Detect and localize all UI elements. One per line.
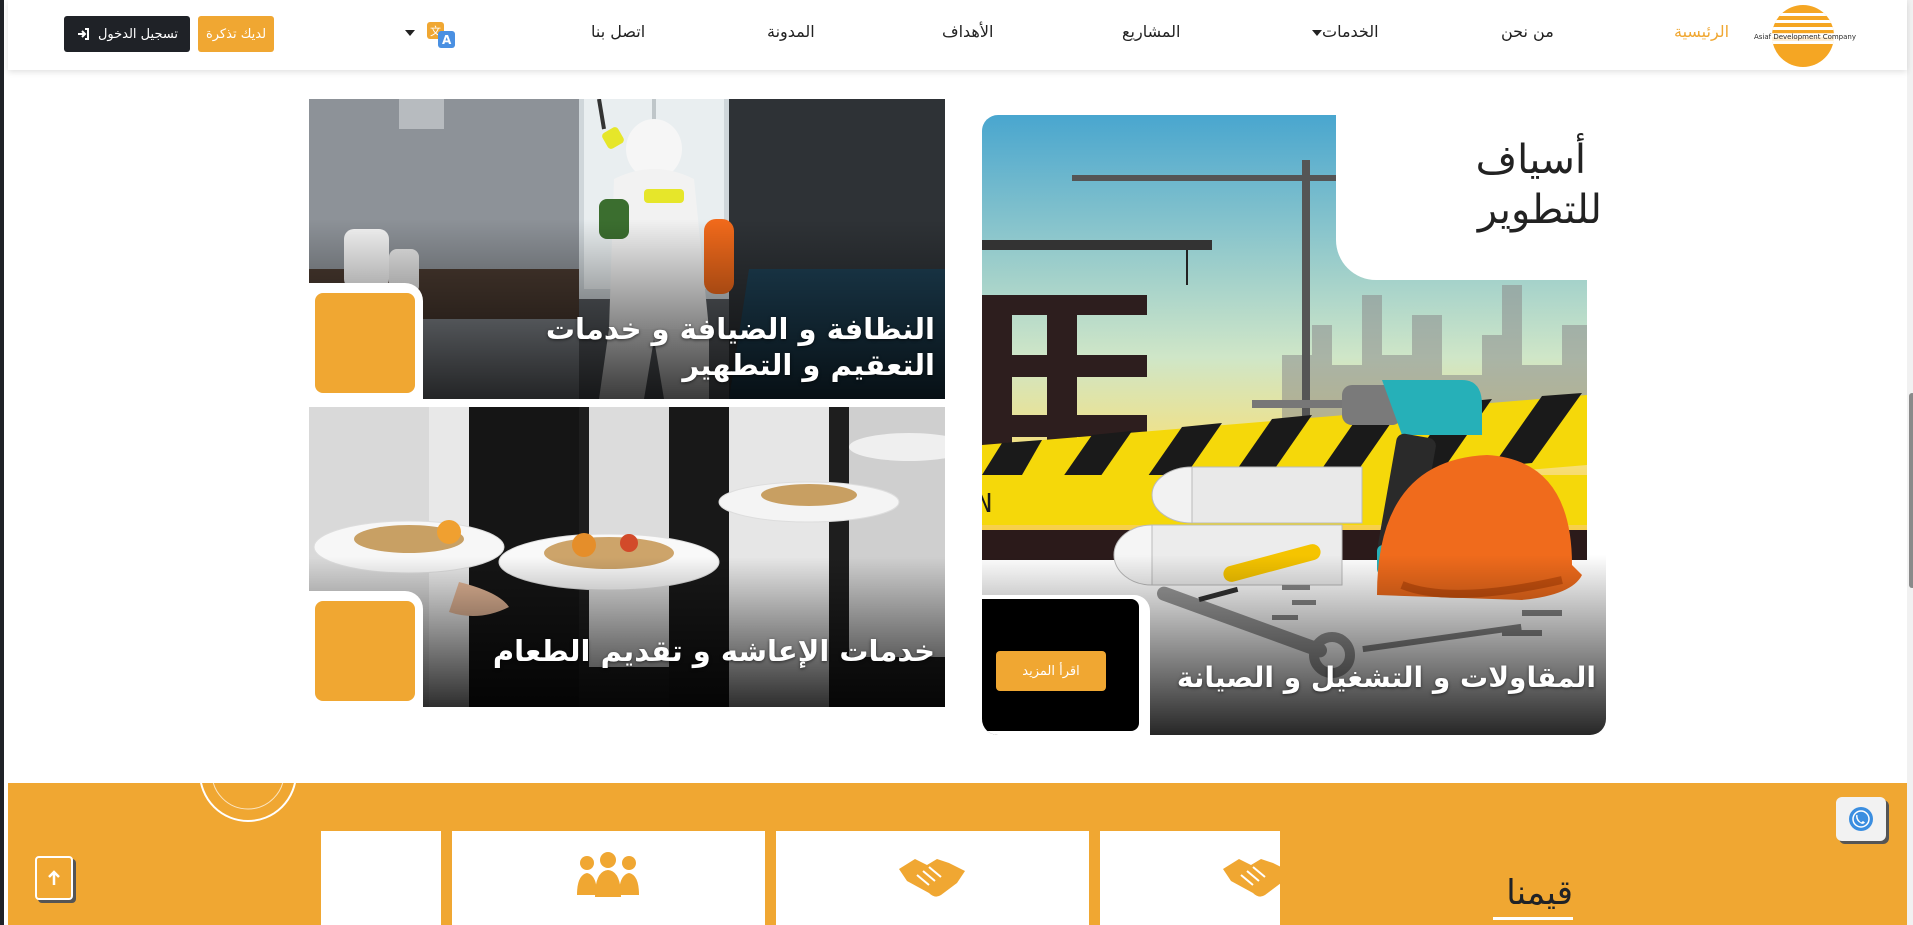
login-button-label: تسجيل الدخول (97, 26, 179, 42)
value-card (452, 831, 765, 925)
nav-services-label: الخدمات (1322, 22, 1379, 41)
value-card (321, 831, 441, 925)
catering-card-title: خدمات الإعاشه و تقديم الطعام (493, 633, 935, 669)
nav-services[interactable]: الخدمات (1308, 22, 1379, 41)
phone-icon (1849, 807, 1873, 831)
decorative-circle-icon (200, 783, 296, 822)
values-heading-underline (1493, 917, 1573, 920)
nav-contact[interactable]: اتصل بنا (591, 22, 645, 41)
call-button[interactable] (1836, 797, 1886, 841)
language-dropdown-chevron-icon[interactable] (405, 30, 415, 36)
cleaning-card-title-line-1: النظافة و الضيافة و خدمات (545, 312, 935, 346)
cleaning-card-icon-box (315, 293, 415, 393)
page-scrollbar[interactable] (1907, 0, 1913, 925)
cleaning-card[interactable]: النظافة و الضيافة و خدمات التعقيم و التط… (309, 99, 945, 399)
have-ticket-button[interactable]: لديك تذكرة (198, 16, 274, 52)
value-card (1100, 831, 1289, 925)
brand-title-line-1: أسياف (1475, 137, 1586, 183)
svg-text:A: A (442, 33, 452, 47)
scrollbar-thumb[interactable] (1909, 393, 1913, 588)
company-logo[interactable]: Asiaf Development Company (1750, 3, 1860, 67)
arrow-up-icon (48, 870, 60, 885)
team-icon (577, 852, 639, 897)
catering-card[interactable]: خدمات الإعاشه و تقديم الطعام (309, 407, 945, 707)
catering-card-icon-box (315, 601, 415, 701)
brand-title-line-2: للتطوير (1477, 187, 1602, 233)
nav-about[interactable]: من نحن (1501, 22, 1554, 41)
value-card (776, 831, 1089, 925)
handshake-icon (1223, 859, 1289, 897)
contracting-card[interactable]: CAUTION UNDER CONSTRUCTION (982, 115, 1606, 735)
login-button[interactable]: تسجيل الدخول (64, 16, 190, 52)
catering-card-title-line-1: خدمات الإعاشه و تقديم الطعام (492, 634, 935, 668)
translate-icon[interactable]: 文 A (426, 20, 456, 50)
handshake-icon (899, 859, 965, 897)
caution-tape-text: CAUTION UNDER CONSTRUCTION (982, 489, 992, 519)
values-heading: قيمنا (1506, 873, 1573, 913)
contracting-card-title: المقاولات و التشغيل و الصيانة (1176, 661, 1596, 694)
read-more-button[interactable]: اقرأ المزيد (996, 651, 1106, 691)
login-arrow-icon (77, 28, 89, 40)
nav-goals[interactable]: الأهداف (942, 22, 993, 41)
chevron-down-icon (1312, 29, 1322, 36)
cleaning-card-title-line-2: التعقيم و التطهير (682, 348, 935, 383)
nav-home[interactable]: الرئيسية (1674, 22, 1729, 41)
nav-blog[interactable]: المدونة (767, 22, 815, 41)
brand-title: أسياف للتطوير (1476, 135, 1602, 235)
top-navbar: Asiaf Development Company الرئيسية من نح… (8, 0, 1907, 70)
values-section: قيمنا (8, 783, 1907, 925)
scroll-to-top-button[interactable] (35, 856, 73, 900)
logo-text: Asiaf Development Company (1750, 33, 1860, 41)
page-frame: Asiaf Development Company الرئيسية من نح… (0, 0, 1913, 925)
nav-projects[interactable]: المشاريع (1122, 22, 1180, 41)
cleaning-card-title: النظافة و الضيافة و خدمات التعقيم و التط… (546, 311, 935, 384)
